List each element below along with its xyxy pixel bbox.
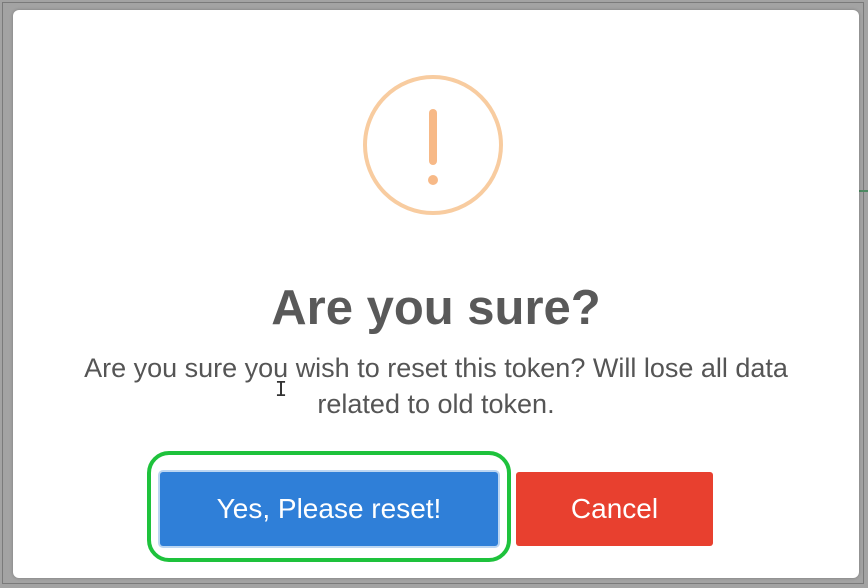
dialog-title: Are you sure? (271, 281, 601, 335)
exclamation-bar (429, 109, 437, 165)
confirm-reset-button[interactable]: Yes, Please reset! (160, 472, 498, 546)
confirmation-dialog: Are you sure? Are you sure you wish to r… (13, 10, 859, 578)
exclamation-warning-icon (363, 75, 503, 215)
dialog-message: Are you sure you wish to reset this toke… (84, 353, 788, 419)
cancel-button[interactable]: Cancel (516, 472, 713, 546)
text-cursor-icon: I (275, 377, 288, 401)
background-edge (859, 190, 868, 192)
exclamation-dot (428, 175, 438, 185)
